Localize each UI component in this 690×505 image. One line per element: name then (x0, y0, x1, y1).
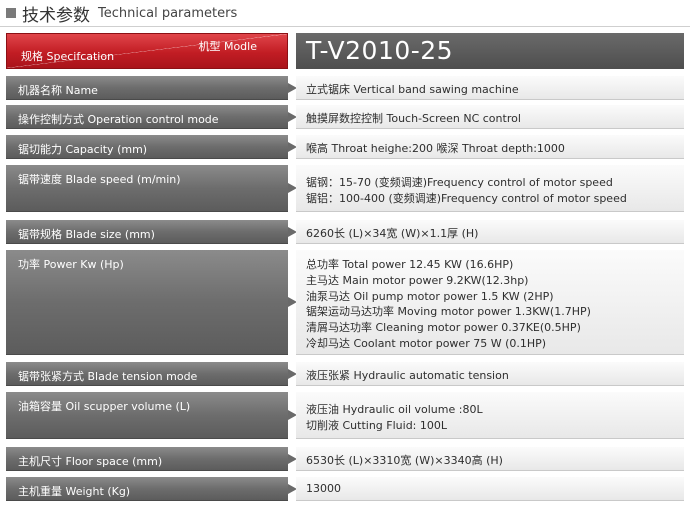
row-value-line: 液压张紧 Hydraulic automatic tension (306, 369, 509, 382)
row-label: 功率 Power Kw (Hp) (18, 258, 124, 271)
table-row: 锯带速度 Blade speed (m/min) 锯钢：15-70 (变频调速)F… (6, 165, 684, 212)
row-value-line: 锯架运动马达功率 Moving motor power 1.3KW(1.7HP) (306, 305, 591, 319)
row-value-line: 6260长 (L)×34宽 (W)×1.1厚 (H) (306, 227, 479, 240)
table-row: 锯带规格 Blade size (mm) 6260长 (L)×34宽 (W)×1.… (6, 220, 684, 244)
row-value-cell: 立式锯床 Vertical band sawing machine (296, 76, 684, 100)
row-label-cell: 锯带速度 Blade speed (m/min) (6, 165, 297, 212)
row-value-line: 13000 (306, 482, 341, 495)
row-value-line: 触摸屏数控控制 Touch-Screen NC control (306, 112, 521, 125)
model-header-label: 机型 Modle (198, 40, 257, 53)
row-value-line: 喉高 Throat heighe:200 喉深 Throat depth:100… (306, 142, 565, 155)
row-value-cell: 13000 (296, 477, 684, 501)
row-label-cell: 主机重量 Weight (Kg) (6, 477, 297, 501)
row-label: 锯带速度 Blade speed (m/min) (18, 173, 181, 186)
row-label-cell: 锯带张紧方式 Blade tension mode (6, 362, 297, 386)
row-label-cell: 功率 Power Kw (Hp) (6, 250, 297, 355)
row-value-cell: 液压油 Hydraulic oil volume :80L 切削液 Cutting… (296, 392, 684, 439)
row-label-cell: 机器名称 Name (6, 76, 297, 100)
row-value-cell: 触摸屏数控控制 Touch-Screen NC control (296, 105, 684, 129)
row-label: 油箱容量 Oil scupper volume (L) (18, 400, 191, 413)
table-row: 锯切能力 Capacity (mm) 喉高 Throat heighe:200 喉… (6, 135, 684, 159)
square-bullet-icon (6, 8, 16, 18)
row-label: 主机尺寸 Floor space (mm) (18, 455, 163, 468)
model-name: T-V2010-25 (306, 36, 454, 65)
row-value-line: 立式锯床 Vertical band sawing machine (306, 83, 519, 96)
row-value-cell: 6260长 (L)×34宽 (W)×1.1厚 (H) (296, 220, 684, 244)
table-row: 主机尺寸 Floor space (mm) 6530长 (L)×3310宽 (W)… (6, 447, 684, 471)
section-title-cn: 技术参数 (22, 5, 90, 26)
row-value-line: 冷却马达 Coolant motor power 75 W (0.1HP) (306, 337, 547, 350)
row-value-line: 油泵马达 Oil pump motor power 1.5 KW (2HP) (306, 289, 554, 303)
row-label-cell: 锯切能力 Capacity (mm) (6, 135, 297, 159)
row-value-line: 清屑马达功率 Cleaning motor power 0.37KE(0.5HP… (306, 321, 581, 335)
row-label: 操作控制方式 Operation control mode (18, 113, 219, 126)
row-value-line: 液压油 Hydraulic oil volume :80L (306, 403, 483, 416)
table-header-model-cell: T-V2010-25 (296, 33, 684, 69)
row-value-cell: 喉高 Throat heighe:200 喉深 Throat depth:100… (296, 135, 684, 159)
table-row: 油箱容量 Oil scupper volume (L) 液压油 Hydraulic… (6, 392, 684, 439)
table-row: 功率 Power Kw (Hp) 总功率 Total power 12.45 KW… (6, 250, 684, 355)
table-row: 锯带张紧方式 Blade tension mode 液压张紧 Hydraulic … (6, 362, 684, 386)
row-value-cell: 锯钢：15-70 (变频调速)Frequency control of moto… (296, 165, 684, 212)
row-label-cell: 锯带规格 Blade size (mm) (6, 220, 297, 244)
row-label-cell: 主机尺寸 Floor space (mm) (6, 447, 297, 471)
spec-header-label: 规格 Specifcation (21, 50, 115, 63)
row-value-line: 锯铝：100-400 (变频调速)Frequency control of mo… (306, 191, 627, 205)
row-label: 锯带张紧方式 Blade tension mode (18, 370, 198, 383)
title-divider (0, 26, 690, 27)
section-title-en: Technical parameters (98, 5, 238, 21)
row-value-line: 切削液 Cutting Fluid: 100L (306, 418, 448, 432)
row-value-cell: 6530长 (L)×3310宽 (W)×3340高 (H) (296, 447, 684, 471)
row-label: 主机重量 Weight (Kg) (18, 485, 131, 498)
section-title: 技术参数 Technical parameters (6, 2, 238, 26)
table-row: 机器名称 Name 立式锯床 Vertical band sawing machi… (6, 76, 684, 100)
row-value-line: 6530长 (L)×3310宽 (W)×3340高 (H) (306, 454, 503, 467)
row-value-line: 主马达 Main motor power 9.2KW(12.3hp) (306, 273, 529, 287)
table-row: 主机重量 Weight (Kg) 13000 (6, 477, 684, 501)
row-label-cell: 油箱容量 Oil scupper volume (L) (6, 392, 297, 439)
row-label: 锯带规格 Blade size (mm) (18, 228, 155, 241)
row-value-cell: 总功率 Total power 12.45 KW (16.6HP) 主马达 Mai… (296, 250, 684, 355)
row-value-line: 锯钢：15-70 (变频调速)Frequency control of moto… (306, 176, 613, 189)
row-label-cell: 操作控制方式 Operation control mode (6, 105, 297, 129)
table-header-label-cell: 机型 Modle 规格 Specifcation (6, 33, 288, 69)
table-row: 操作控制方式 Operation control mode 触摸屏数控控制 Tou… (6, 105, 684, 129)
row-label: 机器名称 Name (18, 84, 98, 97)
row-value-cell: 液压张紧 Hydraulic automatic tension (296, 362, 684, 386)
row-value-line: 总功率 Total power 12.45 KW (16.6HP) (306, 258, 514, 271)
row-label: 锯切能力 Capacity (mm) (18, 143, 148, 156)
